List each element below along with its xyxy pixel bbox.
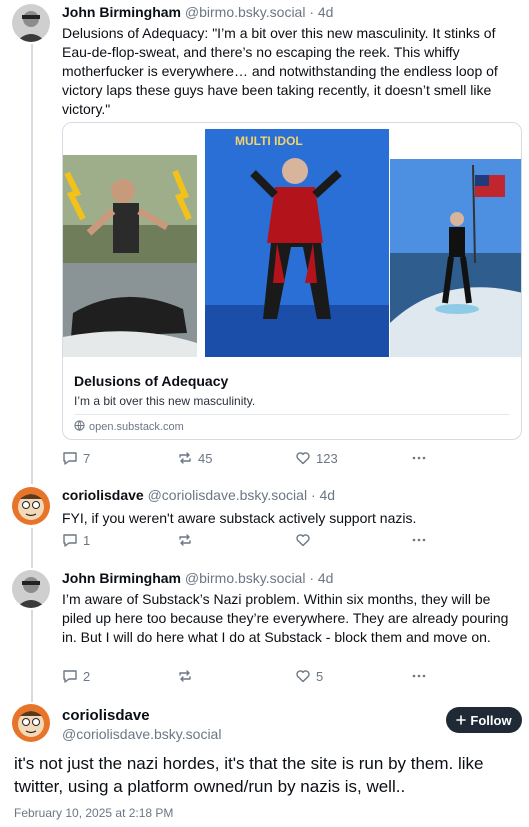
author-handle[interactable]: @coriolisdave.bsky.social [148,487,307,503]
thread-line [31,610,33,702]
ellipsis-icon [411,450,427,466]
author-name[interactable]: John Birmingham [62,4,181,20]
reply-count: 1 [83,532,91,548]
embed-domain-row: open.substack.com [74,420,184,434]
repost-arrows-icon [177,532,193,548]
post-age[interactable]: · 4d [311,487,335,503]
like-button[interactable]: 5 [295,668,323,684]
avatar[interactable] [12,704,50,742]
thread-line [31,528,33,568]
speech-bubble-icon [62,668,78,684]
svg-text:MULTI IDOL: MULTI IDOL [235,134,303,148]
post-header: John Birmingham @birmo.bsky.social · 4d [62,570,333,586]
reply-button[interactable]: 7 [62,450,90,466]
plus-icon [456,713,467,728]
ellipsis-icon [411,532,427,548]
embed-divider [74,414,510,415]
speech-bubble-icon [62,450,78,466]
post-text: I’m aware of Substack’s Nazi problem. Wi… [62,591,509,645]
repost-button[interactable]: 45 [177,450,212,466]
author-handle[interactable]: @birmo.bsky.social [185,570,306,586]
link-embed-card[interactable]: MULTI IDOL Delusions of Adequacy I’m a b… [62,122,522,440]
like-button[interactable] [295,532,316,548]
author-handle[interactable]: @coriolisdave.bsky.social [62,726,221,742]
author-name[interactable]: John Birmingham [62,570,181,586]
embed-description: I’m a bit over this new masculinity. [74,394,256,408]
repost-button[interactable] [177,532,198,548]
heart-icon [295,450,311,466]
repost-count: 45 [198,450,213,466]
follow-label: Follow [470,712,512,728]
like-count: 123 [316,450,338,466]
avatar[interactable] [12,4,50,42]
globe-icon [74,420,85,434]
reply-count: 7 [83,450,91,466]
repost-arrows-icon [177,450,193,466]
thread-line [31,44,33,484]
embed-domain: open.substack.com [89,421,184,433]
like-button[interactable]: 123 [295,450,338,466]
post-text: FYI, if you weren't aware substack activ… [62,510,417,526]
post-actions: 2 5 [62,668,432,688]
post-header: coriolisdave @coriolisdave.bsky.social ·… [62,487,335,503]
speech-bubble-icon [62,532,78,548]
embed-thumbnail: MULTI IDOL [63,123,521,360]
more-options-button[interactable] [411,450,427,466]
author-name[interactable]: coriolisdave [62,707,150,724]
author-name[interactable]: coriolisdave [62,487,144,503]
reply-button[interactable]: 1 [62,532,90,548]
avatar[interactable] [12,570,50,608]
ellipsis-icon [411,668,427,684]
post-actions: 1 [62,532,432,552]
reply-count: 2 [83,668,91,684]
follow-button[interactable]: Follow [446,707,522,733]
post-header: John Birmingham @birmo.bsky.social · 4d [62,4,333,20]
embed-title: Delusions of Adequacy [74,373,229,389]
more-options-button[interactable] [411,668,427,684]
author-handle[interactable]: @birmo.bsky.social [185,4,306,20]
post-text: it's not just the nazi hordes, it's that… [14,754,484,796]
post-text: Delusions of Adequacy: "I’m a bit over t… [62,25,498,117]
heart-icon [295,668,311,684]
like-count: 5 [316,668,324,684]
post-age[interactable]: · 4d [309,4,333,20]
repost-button[interactable] [177,668,198,684]
avatar[interactable] [12,487,50,525]
post-actions: 7 45 123 [62,450,432,470]
reply-button[interactable]: 2 [62,668,90,684]
more-options-button[interactable] [411,532,427,548]
post-age[interactable]: · 4d [309,570,333,586]
heart-icon [295,532,311,548]
repost-arrows-icon [177,668,193,684]
post-timestamp[interactable]: February 10, 2025 at 2:18 PM [14,806,173,820]
